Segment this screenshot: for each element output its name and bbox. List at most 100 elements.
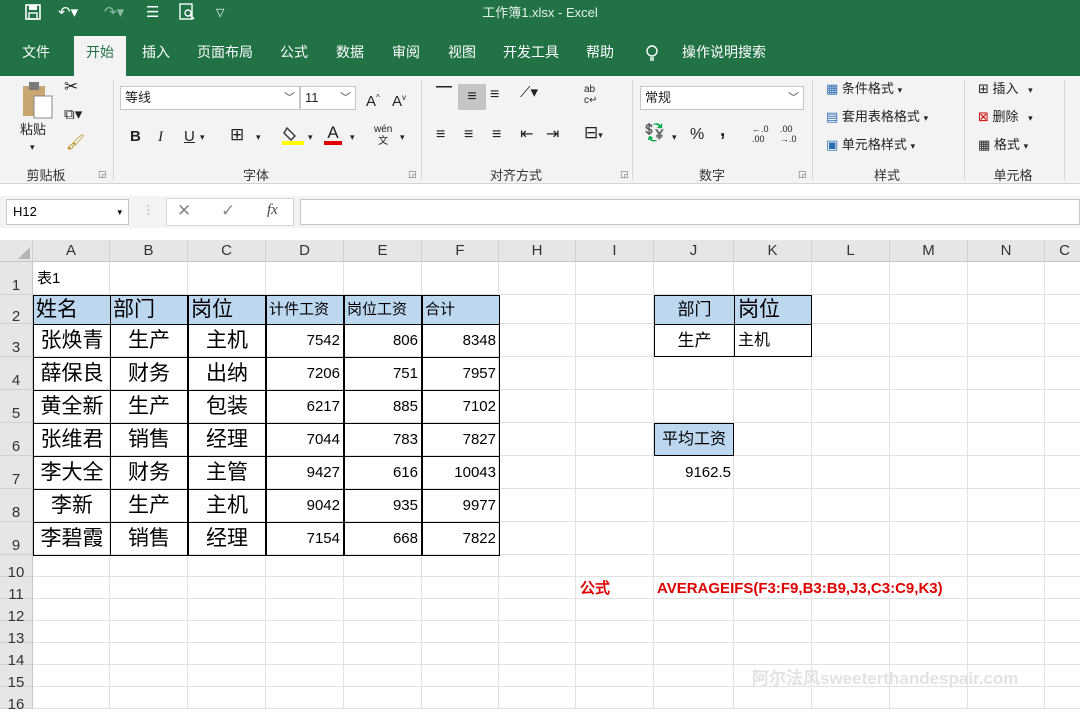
grid-cell[interactable] <box>734 489 812 522</box>
table-text-cell[interactable]: 经理 <box>188 522 266 556</box>
grid-cell[interactable] <box>422 687 499 709</box>
table-text-cell[interactable]: 主机 <box>188 489 266 523</box>
increase-indent-icon[interactable]: ⇥ <box>546 126 559 144</box>
comma-style-button[interactable]: , <box>720 121 725 140</box>
grid-cell[interactable] <box>499 522 576 555</box>
grid-cell[interactable] <box>110 555 188 577</box>
grid-cell[interactable] <box>890 262 968 295</box>
column-header-j[interactable]: J <box>654 240 734 262</box>
grid-cell[interactable] <box>499 665 576 687</box>
table-number-cell[interactable]: 7827 <box>422 423 500 457</box>
grid-cell[interactable] <box>499 621 576 643</box>
grid-cell[interactable] <box>890 324 968 357</box>
table-text-cell[interactable]: 财务 <box>110 357 188 391</box>
row-header-14[interactable]: 14 <box>0 643 33 669</box>
underline-dropdown-icon[interactable]: ▾ <box>200 128 205 146</box>
table-number-cell[interactable]: 9977 <box>422 489 500 523</box>
column-header-e[interactable]: E <box>344 240 422 262</box>
grid-cell[interactable] <box>734 555 812 577</box>
number-launcher-icon[interactable]: ◲ <box>798 169 807 180</box>
format-painter-icon[interactable]: 🖌 <box>66 134 85 152</box>
insert-cells-button[interactable]: ⊞ 插入 ▾ <box>978 80 1033 99</box>
grid-cell[interactable] <box>890 295 968 324</box>
grid-cell[interactable] <box>266 621 344 643</box>
grid-cell[interactable] <box>812 262 890 295</box>
table-header-cell[interactable]: 部门 <box>110 295 188 325</box>
grid-cell[interactable] <box>576 423 654 456</box>
grid-cell[interactable] <box>734 456 812 489</box>
formula-input[interactable] <box>300 199 1080 225</box>
formula-text[interactable]: AVERAGEIFS(F3:F9,B3:B9,J3,C3:C9,K3) <box>657 577 957 600</box>
grid-cell[interactable] <box>812 489 890 522</box>
format-cells-button[interactable]: ▦ 格式 ▾ <box>978 136 1028 155</box>
grid-cell[interactable] <box>1045 599 1080 621</box>
grid-cell[interactable] <box>734 423 812 456</box>
grid-cell[interactable] <box>344 599 422 621</box>
grid-cell[interactable] <box>890 522 968 555</box>
table-number-cell[interactable]: 7957 <box>422 357 500 391</box>
table-text-cell[interactable]: 黄全新 <box>33 390 111 424</box>
decrease-decimal-button[interactable]: .00 →.0 <box>780 124 797 144</box>
grid-cell[interactable] <box>266 599 344 621</box>
grid-cell[interactable] <box>422 665 499 687</box>
delete-cells-button[interactable]: ⊠ 删除 ▾ <box>978 108 1033 127</box>
name-box-dropdown-icon[interactable]: ▾ <box>117 200 122 224</box>
grid-cell[interactable] <box>968 687 1045 709</box>
grid-cell[interactable] <box>344 555 422 577</box>
grid-cell[interactable] <box>188 621 266 643</box>
grid-cell[interactable] <box>110 687 188 709</box>
grid-cell[interactable] <box>734 687 812 709</box>
table-number-cell[interactable]: 10043 <box>422 456 500 490</box>
column-header-k[interactable]: K <box>734 240 812 262</box>
table-text-cell[interactable]: 李新 <box>33 489 111 523</box>
grid-cell[interactable] <box>110 577 188 599</box>
grid-cell[interactable] <box>266 665 344 687</box>
orientation-icon[interactable]: ⟋▾ <box>520 84 538 102</box>
grid-cell[interactable] <box>110 262 188 295</box>
grid-cell[interactable] <box>734 262 812 295</box>
table-header-cell[interactable]: 岗位工资 <box>344 295 422 325</box>
accounting-format-icon[interactable]: 💱 <box>644 124 665 142</box>
table-text-cell[interactable]: 张焕青 <box>33 324 111 358</box>
grid-cell[interactable] <box>812 456 890 489</box>
grid-cell[interactable] <box>734 643 812 665</box>
grid-cell[interactable] <box>1045 324 1080 357</box>
table-number-cell[interactable]: 7822 <box>422 522 500 556</box>
grid-cell[interactable] <box>499 357 576 390</box>
grid-cell[interactable] <box>188 687 266 709</box>
grid-cell[interactable] <box>576 357 654 390</box>
grid-cell[interactable] <box>576 665 654 687</box>
align-middle-icon[interactable]: ≡ <box>458 84 486 110</box>
table-header-cell[interactable]: 岗位 <box>188 295 266 325</box>
accounting-dropdown-icon[interactable]: ▾ <box>672 128 677 146</box>
row-header-7[interactable]: 7 <box>0 456 33 489</box>
clipboard-launcher-icon[interactable]: ◲ <box>98 169 107 180</box>
grid-cell[interactable] <box>110 621 188 643</box>
grid-cell[interactable] <box>576 687 654 709</box>
grid-cell[interactable] <box>890 687 968 709</box>
alignment-launcher-icon[interactable]: ◲ <box>620 169 629 180</box>
grid-cell[interactable] <box>266 687 344 709</box>
fill-color-icon[interactable] <box>282 124 304 151</box>
tab-developer[interactable]: 开发工具 <box>496 38 566 66</box>
number-format-select[interactable]: 常规 ﹀ <box>640 86 804 110</box>
tab-data[interactable]: 数据 <box>328 38 372 66</box>
table-number-cell[interactable]: 806 <box>344 324 422 358</box>
grid-cell[interactable] <box>1045 555 1080 577</box>
grid-cell[interactable] <box>812 357 890 390</box>
borders-icon[interactable]: ⊞ <box>230 126 244 144</box>
grid-cell[interactable] <box>576 456 654 489</box>
grid-cell[interactable] <box>576 599 654 621</box>
row-header-1[interactable]: 1 <box>0 262 33 295</box>
grid-cell[interactable] <box>968 643 1045 665</box>
grid-cell[interactable] <box>33 621 110 643</box>
column-header-i[interactable]: I <box>576 240 654 262</box>
enter-icon[interactable]: ✓ <box>221 201 235 221</box>
table-header-cell[interactable]: 合计 <box>422 295 500 325</box>
table-number-cell[interactable]: 8348 <box>422 324 500 358</box>
tab-page-layout[interactable]: 页面布局 <box>190 38 260 66</box>
grid-cell[interactable] <box>968 324 1045 357</box>
grid-cell[interactable] <box>499 577 576 599</box>
grid-cell[interactable] <box>188 555 266 577</box>
grid-cell[interactable] <box>1045 687 1080 709</box>
